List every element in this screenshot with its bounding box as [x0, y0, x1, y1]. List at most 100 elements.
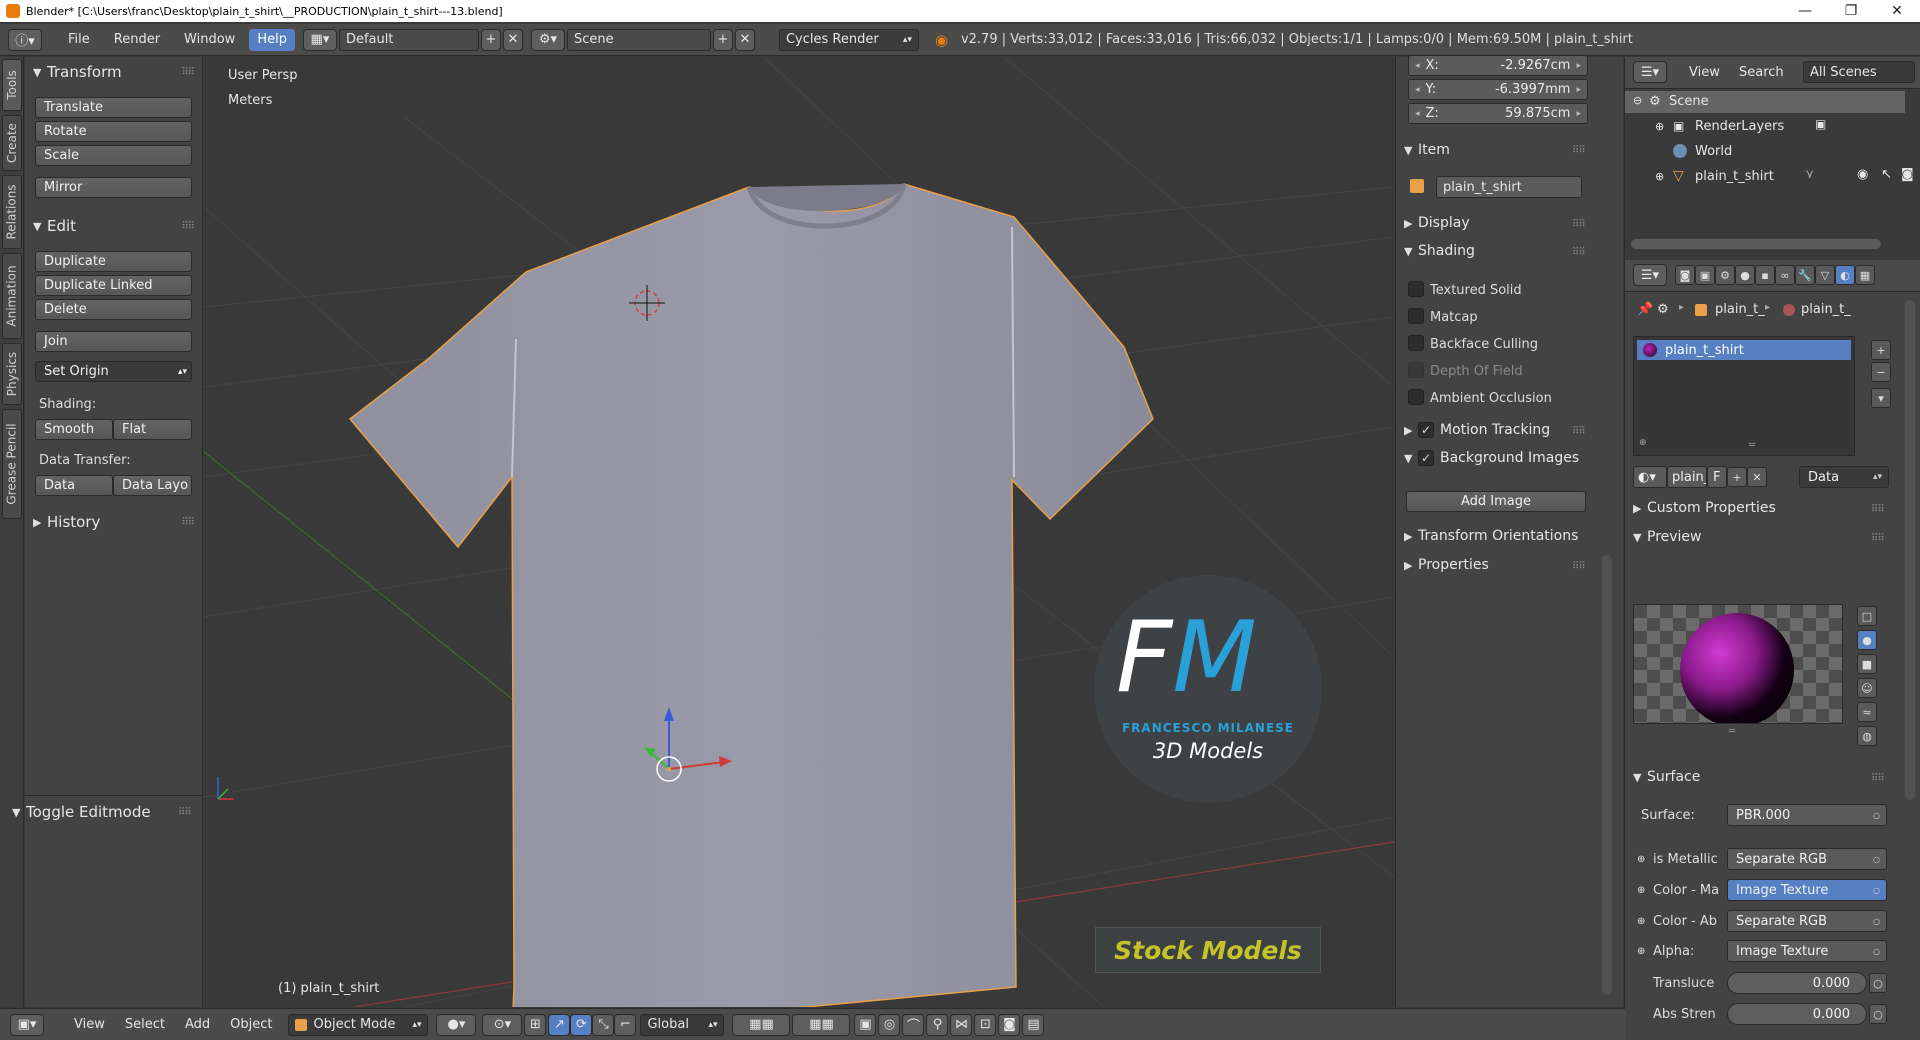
material-tab-icon[interactable]: ◐ — [1835, 265, 1855, 285]
outliner-menu-view[interactable]: View — [1689, 65, 1720, 80]
preview-flat-icon[interactable]: □ — [1857, 606, 1877, 626]
tab-animation[interactable]: Animation — [2, 253, 22, 339]
render-tab-icon[interactable]: ◙ — [1675, 265, 1695, 285]
scene-tab-icon[interactable]: ⚙ — [1715, 265, 1735, 285]
surface-shader-dropdown[interactable]: PBR.000 ○ — [1727, 804, 1887, 826]
translucence-value-field[interactable]: 0.000 — [1727, 972, 1867, 994]
backface-culling-checkbox[interactable] — [1408, 335, 1424, 351]
preview-sphere-sky-icon[interactable]: ◍ — [1857, 726, 1877, 746]
lock-camera-icon[interactable]: ▣ — [854, 1013, 877, 1036]
drag-grip-icon[interactable]: ⠿⠿ — [1572, 145, 1586, 156]
custom-properties-panel-header[interactable]: ▶ Custom Properties — [1633, 500, 1776, 516]
properties-editor-type-icon[interactable]: ☰▾ — [1633, 264, 1667, 286]
slot-specials-icon[interactable]: ▾ — [1871, 388, 1891, 408]
layers-grid-1-icon[interactable]: ▦▦ — [732, 1013, 791, 1036]
drag-grip-icon[interactable]: ⠿⠿ — [178, 807, 192, 818]
outliner-editor-type-icon[interactable]: ☰▾ — [1633, 61, 1667, 83]
render-engine-dropdown[interactable]: Cycles Render ▴▾ — [778, 28, 919, 51]
interaction-mode-dropdown[interactable]: Object Mode ▴▾ — [288, 1013, 429, 1036]
properties-shelf-scrollbar[interactable] — [1602, 555, 1612, 995]
fake-user-button[interactable]: F — [1707, 466, 1727, 488]
join-button[interactable]: Join — [35, 331, 192, 352]
drag-grip-icon[interactable]: ⠿⠿ — [1572, 247, 1586, 258]
constraints-tab-icon[interactable]: ∞ — [1775, 265, 1795, 285]
collapse-icon[interactable]: ⊖ — [1633, 94, 1642, 107]
data-layout-button[interactable]: Data Layo — [113, 475, 192, 496]
menu-help[interactable]: Help — [249, 28, 295, 51]
set-origin-dropdown[interactable]: Set Origin ▴▾ — [35, 361, 192, 382]
translate-button[interactable]: Translate — [35, 97, 192, 118]
viewport-shading-icon[interactable]: ●▾ — [436, 1013, 477, 1036]
socket-expand-icon[interactable]: ⊕ — [1637, 885, 1645, 896]
screen-layout-field[interactable]: Default — [338, 28, 479, 51]
expand-icon[interactable]: ⊕ — [1655, 170, 1664, 183]
translate-manipulator-icon[interactable]: ↗ — [548, 1013, 571, 1036]
pivot-point-icon[interactable]: ⊙▾ — [482, 1013, 523, 1036]
scene-field[interactable]: Scene — [566, 28, 711, 51]
proportional-falloff-icon[interactable]: ⌒ — [902, 1013, 925, 1036]
properties-scrollbar[interactable] — [1905, 300, 1915, 800]
smooth-button[interactable]: Smooth — [35, 419, 113, 440]
socket-link-icon[interactable]: ○ — [1869, 973, 1887, 993]
tab-grease-pencil[interactable]: Grease Pencil — [2, 409, 22, 519]
menu-view[interactable]: View — [66, 1014, 113, 1036]
menu-select[interactable]: Select — [117, 1014, 173, 1036]
object-tab-icon[interactable]: ▪ — [1755, 265, 1775, 285]
outliner-menu-search[interactable]: Search — [1739, 65, 1784, 80]
link-data-dropdown[interactable]: Data ▴▾ — [1799, 466, 1889, 488]
shading-panel-header[interactable]: ▼ Shading — [1404, 243, 1475, 259]
preview-resize-grip-icon[interactable]: ═ — [1729, 726, 1735, 737]
texture-tab-icon[interactable]: ▦ — [1855, 265, 1875, 285]
minimize-button[interactable]: — — [1782, 0, 1828, 22]
add-image-button[interactable]: Add Image — [1406, 491, 1586, 512]
new-material-icon[interactable]: + — [1727, 467, 1747, 487]
outliner-item-plain-t-shirt[interactable]: plain_t_shirt — [1695, 169, 1774, 184]
preview-panel-header[interactable]: ▼ Preview — [1633, 529, 1702, 545]
socket-link-icon[interactable]: ○ — [1869, 1004, 1887, 1024]
properties-panel-header[interactable]: ▶ Properties — [1404, 557, 1489, 573]
display-panel-header[interactable]: ▶ Display — [1404, 215, 1470, 231]
edit-panel-header[interactable]: ▼ Edit — [33, 217, 76, 235]
mirror-button[interactable]: Mirror — [35, 177, 192, 198]
drag-grip-icon[interactable]: ⠿⠿ — [1572, 219, 1586, 230]
outliner-display-mode-dropdown[interactable]: All Scenes — [1803, 61, 1915, 83]
render-layers-tab-icon[interactable]: ▣ — [1695, 265, 1715, 285]
input-link-alpha[interactable]: Image Texture ○ — [1727, 940, 1887, 962]
remove-slot-icon[interactable]: − — [1871, 362, 1891, 382]
snap-target-icon[interactable]: ⊡ — [974, 1013, 997, 1036]
tab-tools[interactable]: Tools — [2, 59, 22, 111]
editor-type-3d-view-icon[interactable]: ▣▾ — [10, 1013, 44, 1036]
background-images-checkbox[interactable]: ✓ — [1418, 450, 1434, 466]
t-shirt-mesh[interactable] — [348, 183, 1154, 1007]
socket-expand-icon[interactable]: ⊕ — [1637, 916, 1645, 927]
editor-type-info-icon[interactable]: ⓘ▾ — [8, 28, 42, 51]
world-tab-icon[interactable]: ● — [1735, 265, 1755, 285]
selectable-cursor-icon[interactable]: ↖ — [1881, 167, 1892, 182]
location-z-field[interactable]: ◂ Z: 59.875cm ▸ — [1408, 103, 1588, 124]
motion-tracking-panel-header[interactable]: ▶ ✓ Motion Tracking — [1404, 422, 1550, 438]
render-opengl-icon[interactable]: ◙ — [998, 1013, 1021, 1036]
transform-orientations-panel-header[interactable]: ▶ Transform Orientations — [1404, 528, 1578, 544]
input-link-color-ma[interactable]: Image Texture ○ — [1727, 879, 1887, 901]
preview-cube-icon[interactable]: ■ — [1857, 654, 1877, 674]
tab-physics[interactable]: Physics — [2, 343, 22, 405]
drag-grip-icon[interactable]: ⠿⠿ — [1572, 426, 1586, 437]
remove-layout-icon[interactable]: ✕ — [502, 28, 523, 51]
render-animation-icon[interactable]: ▤ — [1022, 1013, 1045, 1036]
transform-orientation-dropdown[interactable]: Global ▴▾ — [640, 1013, 725, 1036]
tab-relations[interactable]: Relations — [2, 175, 22, 249]
duplicate-linked-button[interactable]: Duplicate Linked — [35, 275, 192, 296]
ambient-occlusion-checkbox[interactable] — [1408, 389, 1424, 405]
outliner-item-render-layers[interactable]: RenderLayers — [1695, 119, 1784, 134]
scale-button[interactable]: Scale — [35, 145, 192, 166]
menu-add[interactable]: Add — [177, 1014, 218, 1036]
data-transfer-button[interactable]: Data — [35, 475, 113, 496]
surface-panel-header[interactable]: ▼ Surface — [1633, 769, 1700, 785]
material-name-field[interactable]: plain_ — [1667, 466, 1707, 488]
list-filter-icon[interactable]: ⊕ — [1639, 438, 1647, 448]
add-scene-icon[interactable]: + — [712, 28, 733, 51]
material-slot-selected[interactable]: plain_t_shirt — [1637, 340, 1851, 360]
socket-expand-icon[interactable]: ⊕ — [1637, 946, 1645, 957]
manipulator-extra-icon[interactable]: ⌐ — [614, 1013, 637, 1036]
history-panel-header[interactable]: ▶ History — [33, 513, 100, 531]
